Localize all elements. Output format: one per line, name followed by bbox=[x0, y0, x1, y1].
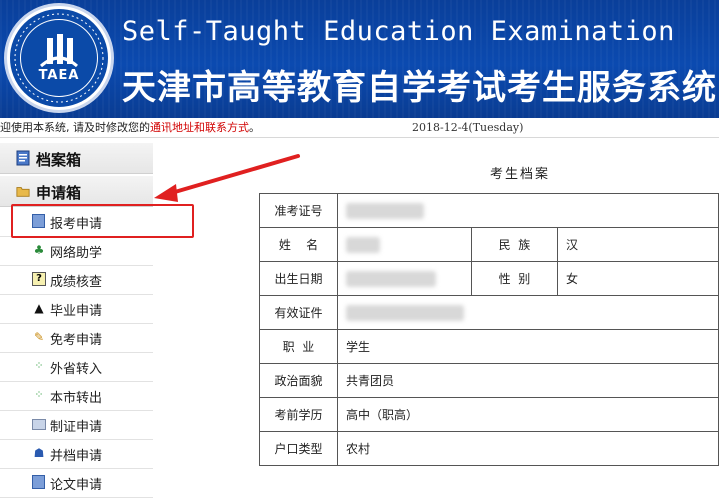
taea-logo: TAEA bbox=[4, 3, 114, 113]
sidebar-item-exemption[interactable]: ✎ 免考申请 bbox=[0, 323, 153, 353]
sidebar-item-score-check[interactable]: ? 成绩核查 bbox=[0, 265, 153, 295]
sidebar-item-label: 并档申请 bbox=[50, 449, 103, 464]
table-row: 出生日期 性 别 女 bbox=[259, 261, 719, 296]
sidebar-item-thesis[interactable]: 论文申请 bbox=[0, 468, 153, 498]
question-icon: ? bbox=[32, 272, 46, 286]
logo-abbr: TAEA bbox=[38, 68, 80, 83]
redacted-value bbox=[346, 202, 424, 219]
redacted-value bbox=[346, 236, 380, 253]
transfer-in-icon: ⁘ bbox=[34, 359, 44, 372]
ticket-value bbox=[337, 193, 719, 228]
sidebar-item-transfer-out[interactable]: ⁘ 本市转出 bbox=[0, 381, 153, 411]
folder-icon bbox=[16, 187, 30, 197]
job-label: 职 业 bbox=[259, 329, 338, 364]
folder-archive[interactable]: 档案箱 bbox=[0, 143, 153, 174]
job-value: 学生 bbox=[337, 329, 719, 364]
redacted-value bbox=[346, 304, 464, 321]
paper-icon bbox=[32, 475, 45, 489]
name-value bbox=[337, 227, 472, 262]
ethnicity-value: 汉 bbox=[557, 227, 719, 262]
notice-link-contact[interactable]: 通讯地址和联系方式 bbox=[150, 121, 249, 134]
table-row: 准考证号 bbox=[259, 193, 719, 228]
political-label: 政治面貌 bbox=[259, 363, 338, 398]
person-icon: ☗ bbox=[33, 446, 45, 460]
table-row: 考前学历 高中（职高） bbox=[259, 397, 719, 432]
sidebar-item-label: 免考申请 bbox=[50, 333, 103, 348]
student-archive-table: 准考证号 姓 名 民 族 汉 出生日期 性 别 女 有效证件 职 业 学生 政治… bbox=[259, 193, 719, 466]
graduation-cap-icon: ▲ bbox=[34, 301, 44, 315]
sidebar-item-merge-record[interactable]: ☗ 并档申请 bbox=[0, 439, 153, 469]
sidebar-item-transfer-in[interactable]: ⁘ 外省转入 bbox=[0, 352, 153, 382]
gender-value: 女 bbox=[557, 261, 719, 296]
table-row: 姓 名 民 族 汉 bbox=[259, 227, 719, 262]
sidebar-item-label: 外省转入 bbox=[50, 362, 103, 377]
sidebar-item-graduation[interactable]: ▲ 毕业申请 bbox=[0, 294, 153, 324]
card-icon bbox=[32, 419, 46, 430]
table-row: 有效证件 bbox=[259, 295, 719, 330]
sidebar-item-certificate[interactable]: 制证申请 bbox=[0, 410, 153, 440]
notice-bar: 迎使用本系统, 请及时修改您的通讯地址和联系方式。 2018-12-4(Tues… bbox=[0, 119, 719, 138]
sidebar-item-label: 论文申请 bbox=[50, 478, 103, 493]
notice-prefix: 迎使用本系统, 请及时修改您的 bbox=[0, 121, 150, 134]
table-row: 户口类型 农村 bbox=[259, 431, 719, 466]
pencil-icon: ✎ bbox=[33, 330, 45, 344]
english-title: Self-Taught Education Examination bbox=[122, 16, 675, 47]
archive-title: 考生档案 bbox=[490, 167, 551, 182]
name-label: 姓 名 bbox=[259, 227, 338, 262]
birth-value bbox=[337, 261, 472, 296]
hukou-label: 户口类型 bbox=[259, 431, 338, 466]
political-value: 共青团员 bbox=[337, 363, 719, 398]
sidebar-item-label: 成绩核查 bbox=[50, 275, 103, 290]
sidebar-item-label: 网络助学 bbox=[50, 246, 103, 261]
chinese-title: 天津市高等教育自学考试考生服务系统 bbox=[122, 68, 717, 108]
folder-application-label: 申请箱 bbox=[36, 184, 82, 202]
folder-application[interactable]: 申请箱 bbox=[0, 176, 153, 207]
notice-suffix: 。 bbox=[249, 121, 260, 134]
education-value: 高中（职高） bbox=[337, 397, 719, 432]
ticket-label: 准考证号 bbox=[259, 193, 338, 228]
birth-label: 出生日期 bbox=[259, 261, 338, 296]
id-label: 有效证件 bbox=[259, 295, 338, 330]
current-date: 2018-12-4(Tuesday) bbox=[412, 121, 524, 134]
table-row: 政治面貌 共青团员 bbox=[259, 363, 719, 398]
education-label: 考前学历 bbox=[259, 397, 338, 432]
logo-core: TAEA bbox=[21, 20, 97, 96]
document-icon bbox=[16, 150, 30, 166]
gender-label: 性 别 bbox=[471, 261, 558, 296]
sidebar-item-label: 制证申请 bbox=[50, 420, 103, 435]
sidebar-item-label: 本市转出 bbox=[50, 391, 103, 406]
folder-archive-label: 档案箱 bbox=[36, 151, 82, 169]
ethnicity-label: 民 族 bbox=[471, 227, 558, 262]
transfer-out-icon: ⁘ bbox=[34, 388, 44, 401]
table-row: 职 业 学生 bbox=[259, 329, 719, 364]
sidebar-item-online-study[interactable]: ♣ 网络助学 bbox=[0, 236, 153, 266]
sidebar-item-label: 毕业申请 bbox=[50, 304, 103, 319]
sidebar: 档案箱 申请箱 报考申请 ♣ 网络助学 ? 成绩核查 ▲ 毕业申请 ✎ 免考申请… bbox=[0, 138, 153, 498]
id-value bbox=[337, 295, 719, 330]
network-icon: ♣ bbox=[33, 243, 45, 257]
notice-message: 迎使用本系统, 请及时修改您的通讯地址和联系方式。 bbox=[0, 119, 260, 137]
hukou-value: 农村 bbox=[337, 431, 719, 466]
header-banner: TAEA Self-Taught Education Examination 天… bbox=[0, 0, 719, 118]
book-icon bbox=[40, 34, 78, 68]
redacted-value bbox=[346, 270, 436, 287]
